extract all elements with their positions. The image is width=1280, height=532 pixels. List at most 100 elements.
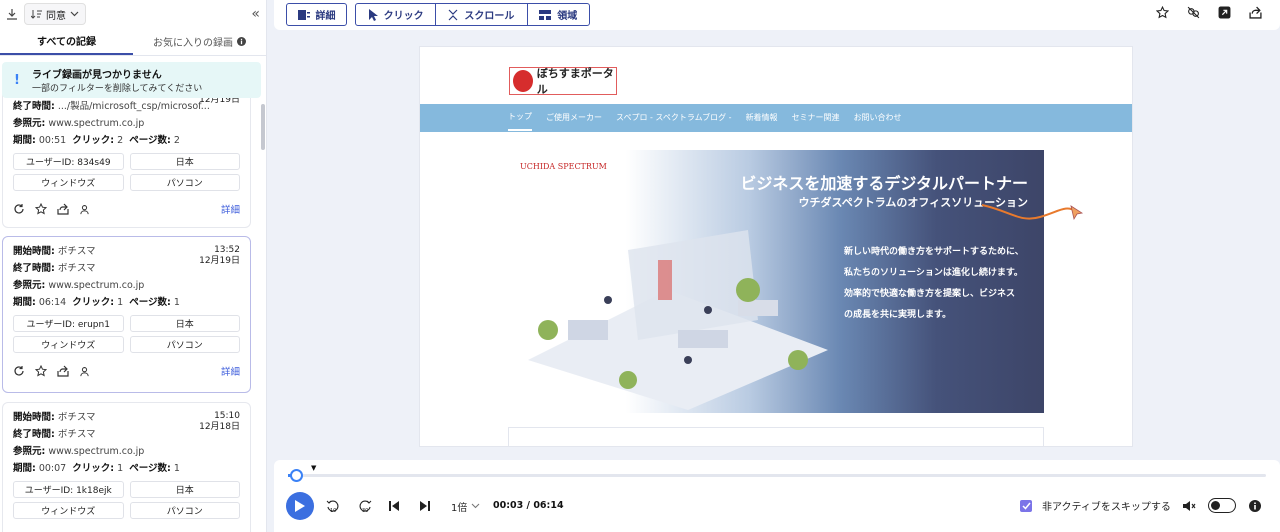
no-live-recordings-alert: ! ライブ録画が見つかりません 一部のフィルターを削除してみてください — [2, 62, 261, 98]
forward-30-button[interactable]: 30 — [358, 498, 372, 514]
card-datetime: 15:10 12月18日 — [199, 411, 240, 433]
info-button[interactable] — [1249, 498, 1261, 514]
referrer-value: www.spectrum.co.jp — [48, 446, 145, 457]
details-button[interactable]: 詳細 — [286, 3, 347, 26]
collapse-sidebar-icon[interactable]: « — [251, 6, 260, 22]
forward-30-icon: 30 — [359, 500, 372, 513]
replay-icon[interactable] — [13, 203, 25, 215]
nav-item-top[interactable]: トップ — [508, 105, 532, 131]
speed-dropdown[interactable]: 1倍 — [451, 498, 480, 514]
referrer-row: 参照元: www.spectrum.co.jp — [13, 277, 240, 294]
playback-time: 00:03 / 06:14 — [493, 500, 564, 511]
time-text: 13:52 — [214, 245, 240, 255]
user-id-chip: ユーザーID: erupn1 — [13, 315, 124, 332]
previous-button[interactable] — [388, 498, 400, 514]
clicks-value: 2 — [117, 135, 124, 146]
below-fold-section — [508, 427, 1044, 446]
nav-item-news[interactable]: 新着情報 — [746, 104, 778, 132]
clicks-label: クリック: — [72, 463, 115, 474]
skip-next-icon — [420, 501, 430, 511]
end-label: 終了時間: — [13, 101, 55, 112]
mute-button[interactable] — [1182, 498, 1196, 514]
hero-body-line: 私たちのソリューションは進化し続けます。 — [844, 268, 1023, 278]
svg-text:30: 30 — [362, 508, 368, 513]
star-icon[interactable] — [35, 203, 47, 215]
sort-dropdown[interactable]: 同意 — [24, 3, 86, 25]
recordings-sidebar: 同意 « すべての記録 お気に入りの録画 ! ライブ録画が見つかりません 一部の… — [0, 0, 267, 532]
alert-title: ライブ録画が見つかりません — [32, 70, 162, 81]
nav-item-seminar[interactable]: セミナー関連 — [792, 104, 840, 132]
player-controls: ▼ 10 30 1倍 00:03 / 06:14 非アクティブをスキップする — [274, 460, 1280, 532]
stats-row: 期間: 00:51 クリック: 2 ページ数: 2 — [13, 132, 240, 149]
skip-inactive-option[interactable]: 非アクティブをスキップする — [1020, 498, 1171, 513]
hero-body-line: 新しい時代の働き方をサポートするために、 — [844, 247, 1024, 257]
info-icon — [237, 37, 246, 46]
timeline-handle[interactable] — [289, 469, 303, 482]
autoplay-toggle[interactable] — [1208, 498, 1236, 513]
nav-item-contact[interactable]: お問い合わせ — [854, 104, 902, 132]
recording-tabs: すべての記録 お気に入りの録画 — [0, 28, 266, 56]
duration-value: 00:51 — [38, 135, 67, 146]
toggle-knob — [1211, 500, 1220, 510]
share-icon[interactable] — [1249, 6, 1262, 19]
user-icon[interactable] — [79, 204, 90, 215]
tab-favorite-recordings[interactable]: お気に入りの録画 — [133, 28, 266, 55]
details-link[interactable]: 詳細 — [221, 364, 240, 378]
area-icon — [539, 9, 552, 20]
open-external-icon[interactable] — [1218, 6, 1231, 19]
referrer-label: 参照元: — [13, 446, 46, 457]
play-icon — [295, 500, 305, 512]
sort-icon — [31, 9, 42, 19]
tab-all-recordings[interactable]: すべての記録 — [0, 28, 133, 55]
end-value: ボチスマ — [57, 263, 96, 274]
nav-item-makers[interactable]: ご使用メーカー — [546, 104, 602, 132]
card-actions: 詳細 — [13, 363, 240, 379]
details-link[interactable]: 詳細 — [221, 202, 240, 216]
share-icon[interactable] — [57, 365, 69, 377]
skip-inactive-checkbox[interactable] — [1020, 499, 1032, 512]
share-icon[interactable] — [57, 203, 69, 215]
view-mode-group: クリック スクロール 領域 — [355, 3, 590, 26]
scroll-mode-button[interactable]: スクロール — [436, 4, 528, 25]
time-text: 15:10 — [214, 411, 240, 421]
os-chip: ウィンドウズ — [13, 502, 124, 519]
download-icon[interactable] — [6, 8, 18, 20]
country-chip: 日本 — [129, 153, 240, 170]
device-chip: パソコン — [129, 502, 240, 519]
sidebar-top-bar: 同意 « — [0, 0, 266, 28]
play-button[interactable] — [286, 492, 314, 520]
user-icon[interactable] — [79, 366, 90, 377]
recording-card[interactable]: 15:10 12月18日 開始時間: ボチスマ 終了時間: ボチスマ 参照元: … — [2, 402, 251, 532]
recording-card[interactable]: 12月19日 終了時間: .../製品/microsoft_csp/micros… — [2, 76, 251, 228]
rewind-10-button[interactable]: 10 — [326, 498, 340, 514]
details-label: 詳細 — [315, 11, 336, 22]
user-id-chip: ユーザーID: 834s49 — [13, 153, 124, 170]
pages-label: ページ数: — [129, 463, 171, 474]
stats-row: 期間: 00:07 クリック: 1 ページ数: 1 — [13, 460, 240, 477]
link-off-icon[interactable] — [1187, 6, 1200, 19]
next-button[interactable] — [419, 498, 431, 514]
referrer-row: 参照元: www.spectrum.co.jp — [13, 443, 240, 460]
replay-viewport[interactable]: ぼちすまポータル トップ ご使用メーカー スペプロ - スペクトラムブログ - … — [419, 46, 1133, 447]
timeline-track[interactable] — [288, 474, 1266, 477]
referrer-label: 参照元: — [13, 118, 46, 129]
clicks-value: 1 — [117, 463, 124, 474]
date-text: 12月18日 — [199, 422, 240, 432]
country-chip: 日本 — [129, 315, 240, 332]
click-mode-button[interactable]: クリック — [356, 4, 437, 25]
duration-value: 06:14 — [38, 297, 67, 308]
area-mode-button[interactable]: 領域 — [528, 4, 589, 25]
end-value: ボチスマ — [57, 429, 96, 440]
replay-icon[interactable] — [13, 365, 25, 377]
tab-favorites-label: お気に入りの録画 — [153, 38, 233, 49]
nav-item-blog[interactable]: スペプロ - スペクトラムブログ - — [616, 104, 732, 132]
pages-value: 1 — [173, 463, 180, 474]
card-chips: ユーザーID: erupn1 日本 ウィンドウズ パソコン — [13, 315, 240, 353]
scroll-label: スクロール — [464, 11, 515, 22]
sidebar-scrollbar[interactable] — [261, 104, 265, 150]
recording-card[interactable]: 13:52 12月19日 開始時間: ボチスマ 終了時間: ボチスマ 参照元: … — [2, 236, 251, 393]
duration-label: 期間: — [13, 297, 36, 308]
star-icon[interactable] — [35, 365, 47, 377]
favorite-icon[interactable] — [1156, 6, 1169, 19]
site-logo[interactable]: ぼちすまポータル — [509, 67, 617, 96]
